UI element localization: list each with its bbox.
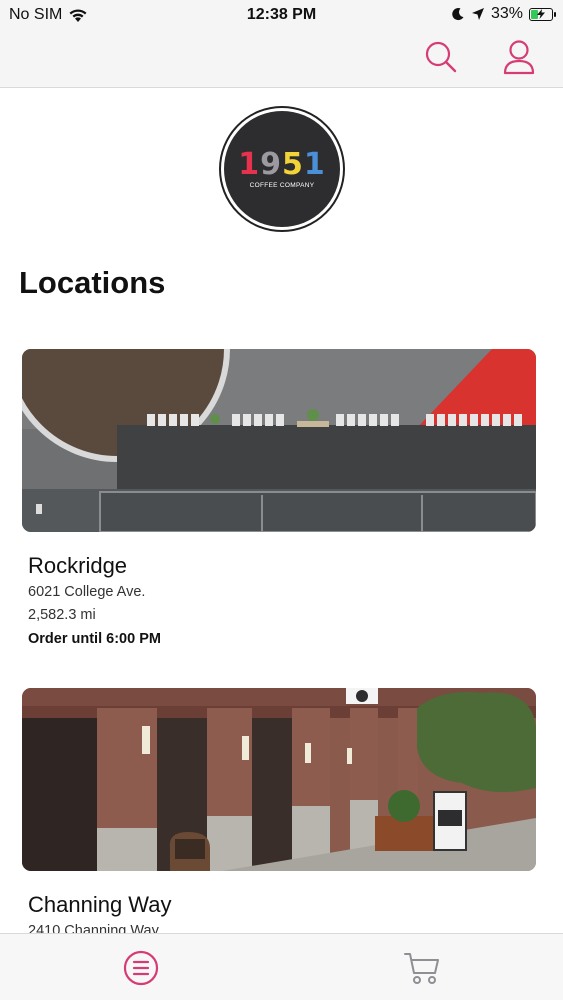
location-address: 2410 Channing Way: [28, 923, 159, 933]
search-button[interactable]: [423, 38, 459, 76]
moon-icon: [452, 8, 464, 21]
location-name[interactable]: Rockridge: [28, 553, 127, 579]
logo-subtitle: COFFEE COMPANY: [249, 181, 315, 189]
location-distance: 2,582.3 mi: [28, 607, 96, 623]
top-bar: No SIM 12:38 PM 33%: [0, 0, 563, 88]
storefront-image: [22, 688, 536, 871]
search-icon: [425, 41, 457, 73]
location-name[interactable]: Channing Way: [28, 892, 171, 918]
profile-icon: [503, 40, 535, 75]
battery-icon: [529, 7, 556, 21]
storefront-image: [22, 349, 536, 532]
location-card-channing-way[interactable]: Channing Way 2410 Channing Way: [22, 688, 536, 933]
order-until-label: Order until 6:00 PM: [28, 631, 161, 647]
status-bar: No SIM 12:38 PM 33%: [0, 0, 563, 30]
tab-bar: [0, 933, 563, 1000]
cart-icon: [404, 953, 439, 984]
location-address: 6021 College Ave.: [28, 584, 146, 600]
location-card-rockridge[interactable]: Rockridge 6021 College Ave. 2,582.3 mi O…: [22, 349, 536, 647]
menu-icon: [123, 950, 159, 986]
logo-digits: 1951: [238, 146, 326, 182]
battery-percent: 33%: [490, 5, 523, 22]
location-photo[interactable]: [22, 688, 536, 871]
page-title: Locations: [19, 265, 166, 300]
profile-button[interactable]: [501, 38, 537, 76]
brand-logo: 1951 COFFEE COMPANY: [219, 106, 345, 232]
tab-cart[interactable]: [402, 948, 442, 988]
location-arrow-icon: [471, 8, 484, 20]
location-photo[interactable]: [22, 349, 536, 532]
tab-menu[interactable]: [121, 948, 161, 988]
